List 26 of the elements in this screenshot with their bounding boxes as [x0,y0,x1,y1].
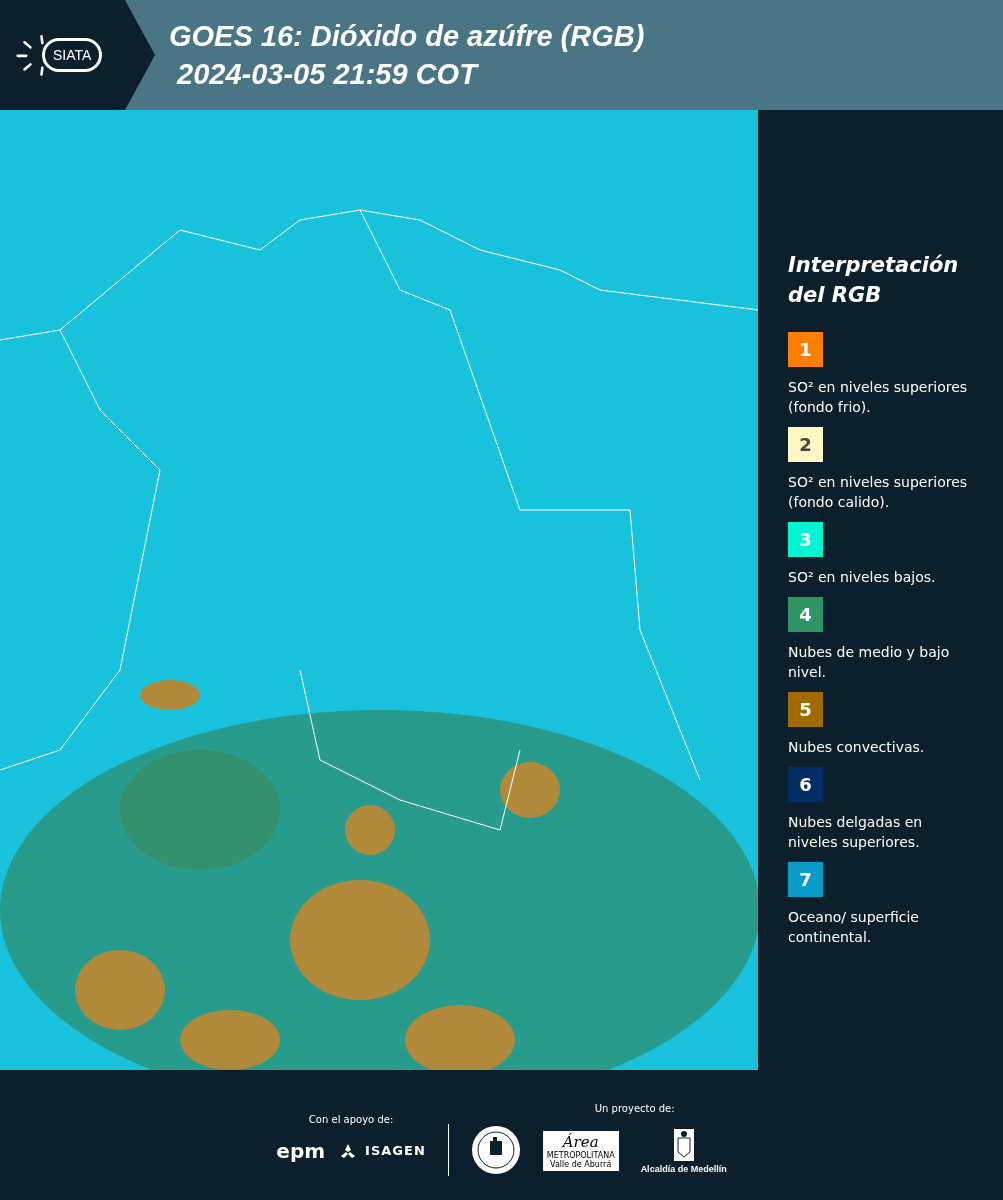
area-logo: Área METROPOLITANA Valle de Aburrá [542,1130,619,1171]
legend-swatch: 4 [788,597,823,632]
sponsor-logo: epm [276,1138,326,1163]
timestamp: 2024-03-05 21:59 COT [175,57,480,92]
legend-swatch: 3 [788,522,823,557]
legend-text: Nubes delgadas en niveles superiores. [788,813,924,852]
legend-text: SO² en niveles superiores (fondo frio). [788,378,968,417]
city-logo-text: Alcaldía de Medellín [640,1163,727,1174]
legend-title: Interpretación del RGB [788,252,960,309]
logo-text: SIATA [42,38,103,72]
legend-text: Nubes de medio y bajo nivel. [788,643,951,682]
seal-icon [470,1125,521,1175]
legend-swatch: 2 [788,427,823,462]
legend-swatch: 5 [788,692,823,727]
legend-text: Nubes convectivas. [788,738,926,757]
legend-text: Oceano/ superficie continental. [788,908,920,947]
legend-text: SO² en niveles bajos. [788,568,937,587]
project-label: Un proyecto de: [594,1102,675,1114]
coat-of-arms-icon [672,1127,695,1162]
sponsor-logo: ISAGEN [365,1143,426,1158]
page-title: GOES 16: Dióxido de azúfre (RGB) [169,19,646,54]
support-label: Con el apoyo de: [308,1113,394,1125]
legend-text: SO² en niveles superiores (fondo calido). [788,473,968,512]
legend-swatch: 1 [788,332,823,367]
legend-swatch: 7 [788,862,823,897]
legend-swatch: 6 [788,767,823,802]
